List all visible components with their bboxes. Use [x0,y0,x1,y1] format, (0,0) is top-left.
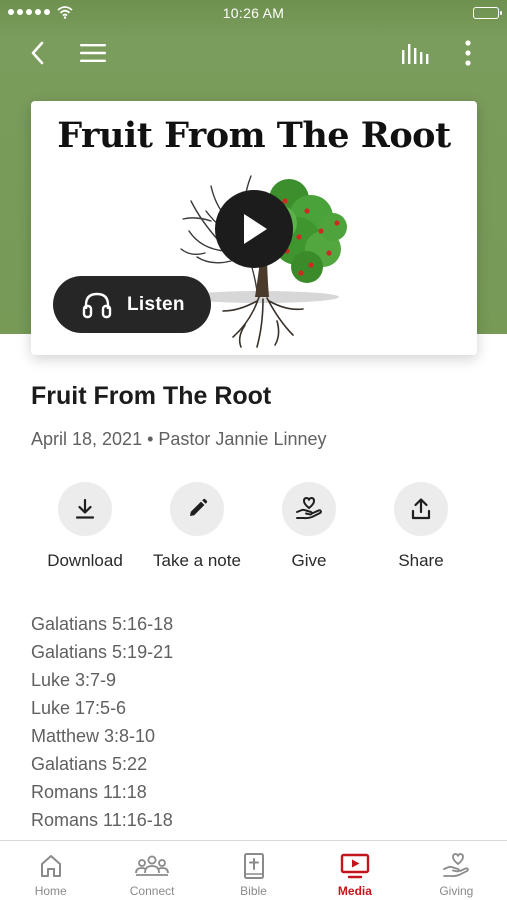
people-icon [101,850,202,882]
tab-media-label: Media [337,884,372,898]
giving-hand-icon [406,850,507,882]
scripture-reference[interactable]: Galatians 5:19-21 [31,638,491,666]
tab-giving[interactable]: Giving [406,841,507,900]
nav-bar [0,30,507,76]
tab-connect-label: Connect [129,884,175,898]
menu-button[interactable] [75,36,111,70]
share-label: Share [398,551,444,570]
tab-media[interactable]: Media [304,841,405,900]
status-bar: 10:26 AM [0,0,507,28]
scripture-reference[interactable]: Luke 3:7-9 [31,666,491,694]
status-time: 10:26 AM [222,5,285,21]
play-icon [244,214,267,244]
download-button[interactable]: Download [29,482,141,571]
scripture-reference[interactable]: Galatians 5:22 [31,750,491,778]
give-label: Give [291,551,327,570]
audio-player-button[interactable] [397,36,433,70]
listen-button[interactable]: Listen [53,276,211,333]
tab-home-label: Home [34,884,67,898]
tab-connect[interactable]: Connect [101,841,202,900]
audio-levels-icon [402,44,429,64]
share-button[interactable]: Share [365,482,477,571]
listen-label: Listen [127,293,185,315]
scripture-reference[interactable]: Galatians 5:16-18 [31,610,491,638]
back-button[interactable] [20,36,56,70]
sermon-date-speaker: April 18, 2021 • Pastor Jannie Linney [31,429,327,449]
scripture-reference[interactable]: Matthew 3:8-10 [31,722,491,750]
more-options-button[interactable] [450,36,486,70]
scripture-reference[interactable]: Luke 17:5-6 [31,694,491,722]
battery-icon [473,7,502,19]
hamburger-menu-icon [80,44,106,62]
hand-heart-icon [282,482,336,536]
sermon-actions: Download Take a note Give Share [0,482,507,577]
artwork-title: Fruit From The Root [57,115,451,156]
pencil-icon [170,482,224,536]
scripture-list: Galatians 5:16-18 Galatians 5:19-21 Luke… [31,610,491,834]
home-icon [0,850,101,882]
give-button[interactable]: Give [253,482,365,571]
headphones-icon [81,289,113,321]
vertical-dots-icon [465,40,471,66]
download-icon [58,482,112,536]
play-button[interactable] [215,190,293,268]
tab-bible[interactable]: Bible [203,841,304,900]
download-label: Download [47,551,123,570]
tab-bar: Home Connect Bible Media Giving [0,840,507,900]
scripture-reference[interactable]: Romans 11:16-18 [31,806,491,834]
tab-bible-label: Bible [240,884,267,898]
bible-icon [203,850,304,882]
sermon-artwork: Fruit From The Root Listen [31,101,477,355]
share-icon [394,482,448,536]
take-note-label: Take a note [153,551,241,570]
tab-home[interactable]: Home [0,841,101,900]
tab-giving-label: Giving [439,884,474,898]
sermon-title: Fruit From The Root [31,382,272,410]
take-note-button[interactable]: Take a note [141,482,253,571]
media-play-icon [304,850,405,882]
scripture-reference[interactable]: Romans 11:18 [31,778,491,806]
chevron-left-icon [31,41,44,65]
